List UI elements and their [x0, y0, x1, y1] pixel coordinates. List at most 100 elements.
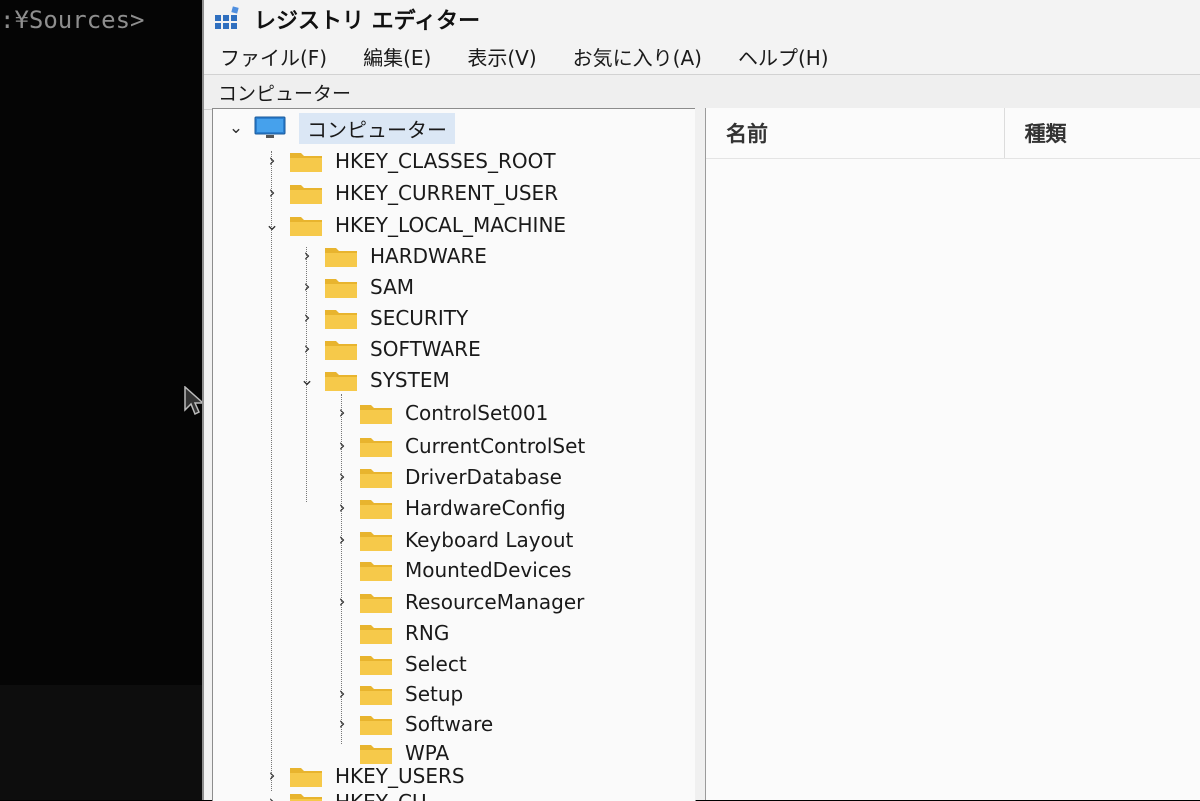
folder-icon: [360, 405, 392, 424]
tree-label[interactable]: MountedDevices: [405, 558, 572, 582]
menu-edit[interactable]: 編集(E): [363, 42, 431, 71]
menu-favorites[interactable]: お気に入り(A): [573, 42, 702, 71]
tree-node-currentcontrolset[interactable]: › CurrentControlSet: [333, 431, 586, 461]
chevron-right-icon[interactable]: ›: [333, 467, 351, 487]
folder-icon: [360, 500, 392, 519]
registry-editor-window: レジストリ エディター ファイル(F) 編集(E) 表示(V) お気に入り(A)…: [202, 0, 1200, 801]
tree-label[interactable]: HardwareConfig: [405, 496, 566, 520]
folder-icon: [360, 562, 392, 581]
tree-node-setup[interactable]: › Setup: [333, 679, 464, 709]
folder-icon: [360, 532, 392, 551]
menu-help[interactable]: ヘルプ(H): [738, 42, 829, 71]
tree-label[interactable]: Software: [405, 712, 493, 736]
folder-icon: [360, 469, 392, 488]
address-path[interactable]: コンピューター: [218, 79, 351, 106]
chevron-right-icon[interactable]: ›: [298, 246, 316, 266]
menu-bar: ファイル(F) 編集(E) 表示(V) お気に入り(A) ヘルプ(H): [204, 38, 1200, 74]
chevron-right-icon[interactable]: ›: [333, 498, 351, 518]
window-title: レジストリ エディター: [254, 9, 481, 34]
key-tree-pane[interactable]: ⌄ コンピューター › HKEY_CLASSES_ROOT › HKEY_CUR…: [212, 108, 696, 801]
folder-icon: [325, 279, 357, 298]
tree-label[interactable]: HKEY_CLASSES_ROOT: [335, 149, 556, 173]
title-bar: レジストリ エディター: [204, 0, 1200, 38]
tree-node-resourcemanager[interactable]: › ResourceManager: [333, 587, 585, 617]
column-header-type[interactable]: 種類: [1005, 108, 1200, 158]
tree-node-hkcc[interactable]: › HKEY_CU: [263, 787, 427, 801]
computer-icon: [254, 116, 286, 138]
tree-node-security[interactable]: › SECURITY: [298, 303, 469, 333]
tree-label[interactable]: ResourceManager: [405, 590, 584, 614]
tree-label[interactable]: SECURITY: [370, 306, 468, 330]
tree-label[interactable]: DriverDatabase: [405, 465, 562, 489]
chevron-right-icon[interactable]: ›: [333, 403, 351, 423]
folder-icon: [360, 438, 392, 457]
chevron-right-icon[interactable]: ›: [333, 684, 351, 704]
chevron-down-icon[interactable]: ⌄: [227, 118, 245, 138]
tree-node-keyboard-layout[interactable]: › Keyboard Layout: [333, 525, 574, 555]
tree-node-hklm[interactable]: ⌄ HKEY_LOCAL_MACHINE: [263, 210, 566, 240]
tree-node-hardwareconfig[interactable]: › HardwareConfig: [333, 493, 566, 523]
tree-node-hardware[interactable]: › HARDWARE: [298, 241, 487, 271]
chevron-right-icon[interactable]: ›: [298, 308, 316, 328]
tree-node-software-system[interactable]: › Software: [333, 709, 494, 739]
tree-label[interactable]: HARDWARE: [370, 244, 487, 268]
folder-icon: [290, 794, 322, 801]
folder-icon: [360, 625, 392, 644]
chevron-right-icon[interactable]: ›: [333, 530, 351, 550]
tree-node-driverdatabase[interactable]: › DriverDatabase: [333, 462, 562, 492]
tree-label[interactable]: SAM: [370, 275, 414, 299]
tree-label[interactable]: ControlSet001: [405, 401, 548, 425]
tree-label[interactable]: CurrentControlSet: [405, 434, 585, 458]
tree-node-controlset001[interactable]: › ControlSet001: [333, 398, 549, 428]
tree-node-hkcr[interactable]: › HKEY_CLASSES_ROOT: [263, 146, 556, 176]
tree-label[interactable]: SYSTEM: [370, 368, 450, 392]
tree-label[interactable]: Keyboard Layout: [405, 528, 573, 552]
tree-leaf-connector: [333, 655, 351, 673]
tree-label[interactable]: HKEY_USERS: [335, 764, 465, 788]
menu-view[interactable]: 表示(V): [467, 42, 536, 71]
tree-node-mounteddevices[interactable]: MountedDevices: [333, 555, 572, 585]
folder-icon: [325, 248, 357, 267]
folder-icon: [360, 594, 392, 613]
chevron-right-icon[interactable]: ›: [263, 183, 281, 203]
tree-node-select[interactable]: Select: [333, 649, 467, 679]
folder-icon: [360, 716, 392, 735]
folder-icon: [360, 686, 392, 705]
folder-icon: [290, 768, 322, 787]
registry-editor-icon: [215, 6, 239, 29]
tree-node-hkcu[interactable]: › HKEY_CURRENT_USER: [263, 178, 559, 208]
chevron-right-icon[interactable]: ›: [298, 339, 316, 359]
chevron-right-icon[interactable]: ›: [263, 766, 281, 786]
tree-label[interactable]: HKEY_LOCAL_MACHINE: [335, 213, 566, 237]
tree-label-computer[interactable]: コンピューター: [299, 112, 455, 144]
tree-label[interactable]: Setup: [405, 682, 463, 706]
column-header-name[interactable]: 名前: [706, 108, 1005, 158]
folder-icon: [290, 217, 322, 236]
folder-icon: [325, 341, 357, 360]
chevron-right-icon[interactable]: ›: [298, 277, 316, 297]
console-prompt: :¥Sources>: [0, 6, 145, 34]
list-header: 名前 種類: [706, 108, 1200, 159]
tree-node-sam[interactable]: › SAM: [298, 272, 414, 302]
menu-file[interactable]: ファイル(F): [220, 42, 327, 71]
tree-node-system[interactable]: ⌄ SYSTEM: [298, 365, 450, 395]
pane-splitter[interactable]: [695, 108, 705, 800]
tree-leaf-connector: [333, 624, 351, 642]
tree-label[interactable]: RNG: [405, 621, 449, 645]
tree-label[interactable]: HKEY_CU: [335, 790, 427, 801]
tree-label[interactable]: Select: [405, 652, 467, 676]
address-bar[interactable]: コンピューター: [204, 74, 1200, 110]
tree-node-rng[interactable]: RNG: [333, 618, 449, 648]
chevron-right-icon[interactable]: ›: [333, 436, 351, 456]
chevron-right-icon[interactable]: ›: [333, 714, 351, 734]
tree-label[interactable]: SOFTWARE: [370, 337, 481, 361]
tree-leaf-connector: [333, 561, 351, 579]
chevron-down-icon[interactable]: ⌄: [298, 370, 316, 390]
value-list-pane[interactable]: 名前 種類: [705, 108, 1200, 800]
chevron-right-icon[interactable]: ›: [263, 151, 281, 171]
chevron-down-icon[interactable]: ⌄: [263, 215, 281, 235]
chevron-right-icon[interactable]: ›: [333, 592, 351, 612]
tree-label[interactable]: HKEY_CURRENT_USER: [335, 181, 558, 205]
tree-node-computer[interactable]: ⌄ コンピューター: [227, 112, 455, 144]
tree-node-software[interactable]: › SOFTWARE: [298, 334, 481, 364]
